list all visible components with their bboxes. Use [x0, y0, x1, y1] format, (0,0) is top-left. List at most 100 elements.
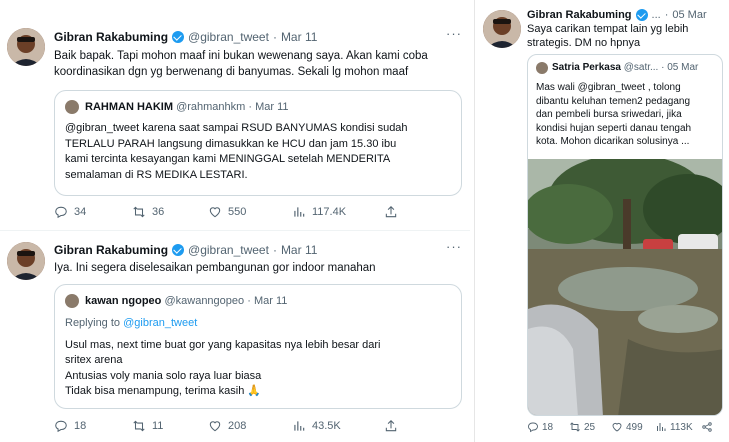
- like-count: 499: [626, 421, 643, 433]
- repost-button[interactable]: 11: [132, 419, 208, 433]
- quote-author-handle: @kawanngopeo: [164, 295, 245, 307]
- quote-text: Replying to @gibran_tweet Usul mas, next…: [65, 316, 455, 400]
- repost-icon: [570, 422, 580, 432]
- like-button[interactable]: 499: [611, 421, 655, 433]
- verified-badge-icon: [635, 9, 648, 21]
- repost-icon: [133, 206, 145, 218]
- quote-text-line: semalaman di RS MEDIKA LESTARI.: [65, 168, 248, 181]
- reply-icon: [55, 420, 67, 433]
- quote-author-handle: @rahmanhkm: [176, 101, 246, 113]
- verified-badge-icon: [172, 244, 185, 256]
- quote-text-line: Tidak bisa menampung, terima kasih 🙏: [65, 385, 262, 397]
- tweet-actions: 34 36 550 117.4K: [54, 205, 464, 219]
- replying-prefix: Replying to: [65, 317, 121, 329]
- separator-dot: ·: [272, 30, 277, 44]
- quote-author-name: RAHMAN HAKIM: [85, 101, 173, 113]
- quote-text-line: TERLALU PARAH langsung dimasukkan ke HCU…: [65, 137, 397, 150]
- more-options-icon[interactable]: ···: [446, 239, 462, 254]
- share-button[interactable]: [384, 419, 398, 433]
- views-chart-icon: [294, 421, 305, 431]
- avatar[interactable]: [7, 242, 45, 280]
- avatar[interactable]: [483, 10, 521, 48]
- reply-button[interactable]: 34: [54, 205, 132, 219]
- views-button[interactable]: 43.5K: [292, 419, 384, 433]
- tweet-2[interactable]: Gibran Rakabuming @gibran_tweet · Mar 11…: [0, 231, 470, 442]
- tweet-text: Saya carikan tempat lain yg lebih strate…: [527, 22, 722, 50]
- reply-button[interactable]: 18: [527, 421, 569, 433]
- reply-icon: [55, 206, 67, 219]
- quoted-tweet[interactable]: Satria Perkasa @satr... · 05 Mar Mas wal…: [527, 54, 723, 416]
- reply-count: 18: [74, 420, 87, 432]
- like-button[interactable]: 550: [208, 205, 292, 219]
- tweet-text-line: Iya. Ini segera diselesaikan pembangunan…: [54, 262, 376, 274]
- quote-text-line: Mas wali @gibran_tweet , tolong: [536, 82, 681, 93]
- quote-text-line: @gibran_tweet karena saat sampai RSUD BA…: [65, 122, 408, 134]
- heart-icon: [612, 422, 622, 432]
- reply-button[interactable]: 18: [54, 419, 132, 433]
- tweet-actions: 18 25 499 113K: [527, 421, 723, 433]
- flooded-parking-photo[interactable]: [528, 159, 722, 415]
- heart-icon: [209, 421, 221, 432]
- tweet-date[interactable]: Mar 11: [281, 243, 317, 257]
- like-count: 550: [228, 206, 247, 218]
- quote-date: Mar 11: [253, 295, 288, 307]
- replying-handle[interactable]: @gibran_tweet: [123, 317, 197, 329]
- quoted-tweet[interactable]: kawan ngopeo @kawanngopeo · Mar 11 Reply…: [54, 284, 462, 409]
- repost-count: 36: [152, 206, 165, 218]
- repost-icon: [133, 420, 145, 432]
- repost-count: 25: [584, 421, 596, 433]
- view-count: 43.5K: [312, 420, 341, 432]
- quote-text: @gibran_tweet karena saat sampai RSUD BA…: [65, 121, 455, 183]
- quote-date: 05 Mar: [667, 62, 699, 73]
- quote-author-name: kawan ngopeo: [85, 295, 162, 307]
- views-button[interactable]: 113K: [655, 421, 701, 433]
- tweet-text: Iya. Ini segera diselesaikan pembangunan…: [54, 260, 464, 276]
- share-button[interactable]: [384, 205, 398, 219]
- view-count: 113K: [670, 421, 693, 433]
- author-handle[interactable]: @gibran_tweet: [188, 30, 269, 44]
- quote-text-line: sritex arena: [65, 354, 123, 366]
- repost-button[interactable]: 36: [132, 205, 208, 219]
- quote-text-line: kami tercinta kesayangan kami MENINGGAL …: [65, 153, 391, 165]
- share-icon: [385, 206, 397, 218]
- views-chart-icon: [657, 423, 666, 431]
- verified-badge-icon: [172, 31, 185, 43]
- repost-count: 11: [152, 420, 164, 432]
- tweet-text-line: strategis. DM no hpnya: [527, 37, 641, 49]
- like-button[interactable]: 208: [208, 419, 292, 433]
- quote-text-line: kondisi hujan seperti danau tengah: [536, 122, 692, 134]
- author-name[interactable]: Gibran Rakabuming: [54, 243, 168, 257]
- replying-to: Replying to @gibran_tweet: [65, 316, 455, 332]
- reply-count: 18: [542, 421, 554, 433]
- quote-text-line: Antusias voly mania solo raya luar biasa: [65, 369, 262, 382]
- quote-avatar: [65, 294, 79, 308]
- tweet-text-line: koordinasikan dgn yg berwenang di banyum…: [54, 66, 409, 78]
- views-button[interactable]: 117.4K: [292, 205, 384, 219]
- quote-text: Mas wali @gibran_tweet , tolong dibantu …: [536, 81, 720, 149]
- tweet-text-line: Baik bapak. Tapi mohon maaf ini bukan we…: [54, 50, 428, 62]
- quote-text-line: kota. Mohon dicarikan solusinya ...: [536, 136, 690, 147]
- quote-text-line: Usul mas, next time buat gor yang kapasi…: [65, 338, 381, 351]
- separator-dot: ·: [272, 243, 277, 257]
- share-button[interactable]: [701, 421, 713, 433]
- quote-date: Mar 11: [255, 101, 289, 113]
- right-panel: Gibran Rakabuming ... · 05 Mar Saya cari…: [474, 0, 729, 442]
- left-panel: Gibran Rakabuming @gibran_tweet · Mar 11…: [0, 0, 470, 442]
- tweet-text: Baik bapak. Tapi mohon maaf ini bukan we…: [54, 48, 464, 80]
- author-name[interactable]: Gibran Rakabuming: [527, 9, 632, 21]
- author-handle[interactable]: @gibran_tweet: [188, 243, 269, 257]
- tweet-date[interactable]: 05 Mar: [672, 9, 706, 21]
- quoted-tweet[interactable]: RAHMAN HAKIM @rahmanhkm · Mar 11 @gibran…: [54, 90, 462, 196]
- tweet-1[interactable]: Gibran Rakabuming @gibran_tweet · Mar 11…: [0, 0, 470, 230]
- tweet-text-line: Saya carikan tempat lain yg lebih: [527, 23, 689, 35]
- quote-text-line: dan pembeli bursa sriwedari, jika: [536, 109, 682, 120]
- more-options-icon[interactable]: ···: [446, 26, 462, 41]
- avatar[interactable]: [7, 28, 45, 66]
- tweet-date[interactable]: Mar 11: [281, 30, 317, 44]
- repost-button[interactable]: 25: [569, 421, 611, 433]
- share-icon: [702, 422, 712, 432]
- views-chart-icon: [294, 207, 305, 217]
- heart-icon: [209, 207, 221, 218]
- quote-text-line: dibantu keluhan temen2 pedagang: [536, 95, 691, 107]
- author-name[interactable]: Gibran Rakabuming: [54, 30, 168, 44]
